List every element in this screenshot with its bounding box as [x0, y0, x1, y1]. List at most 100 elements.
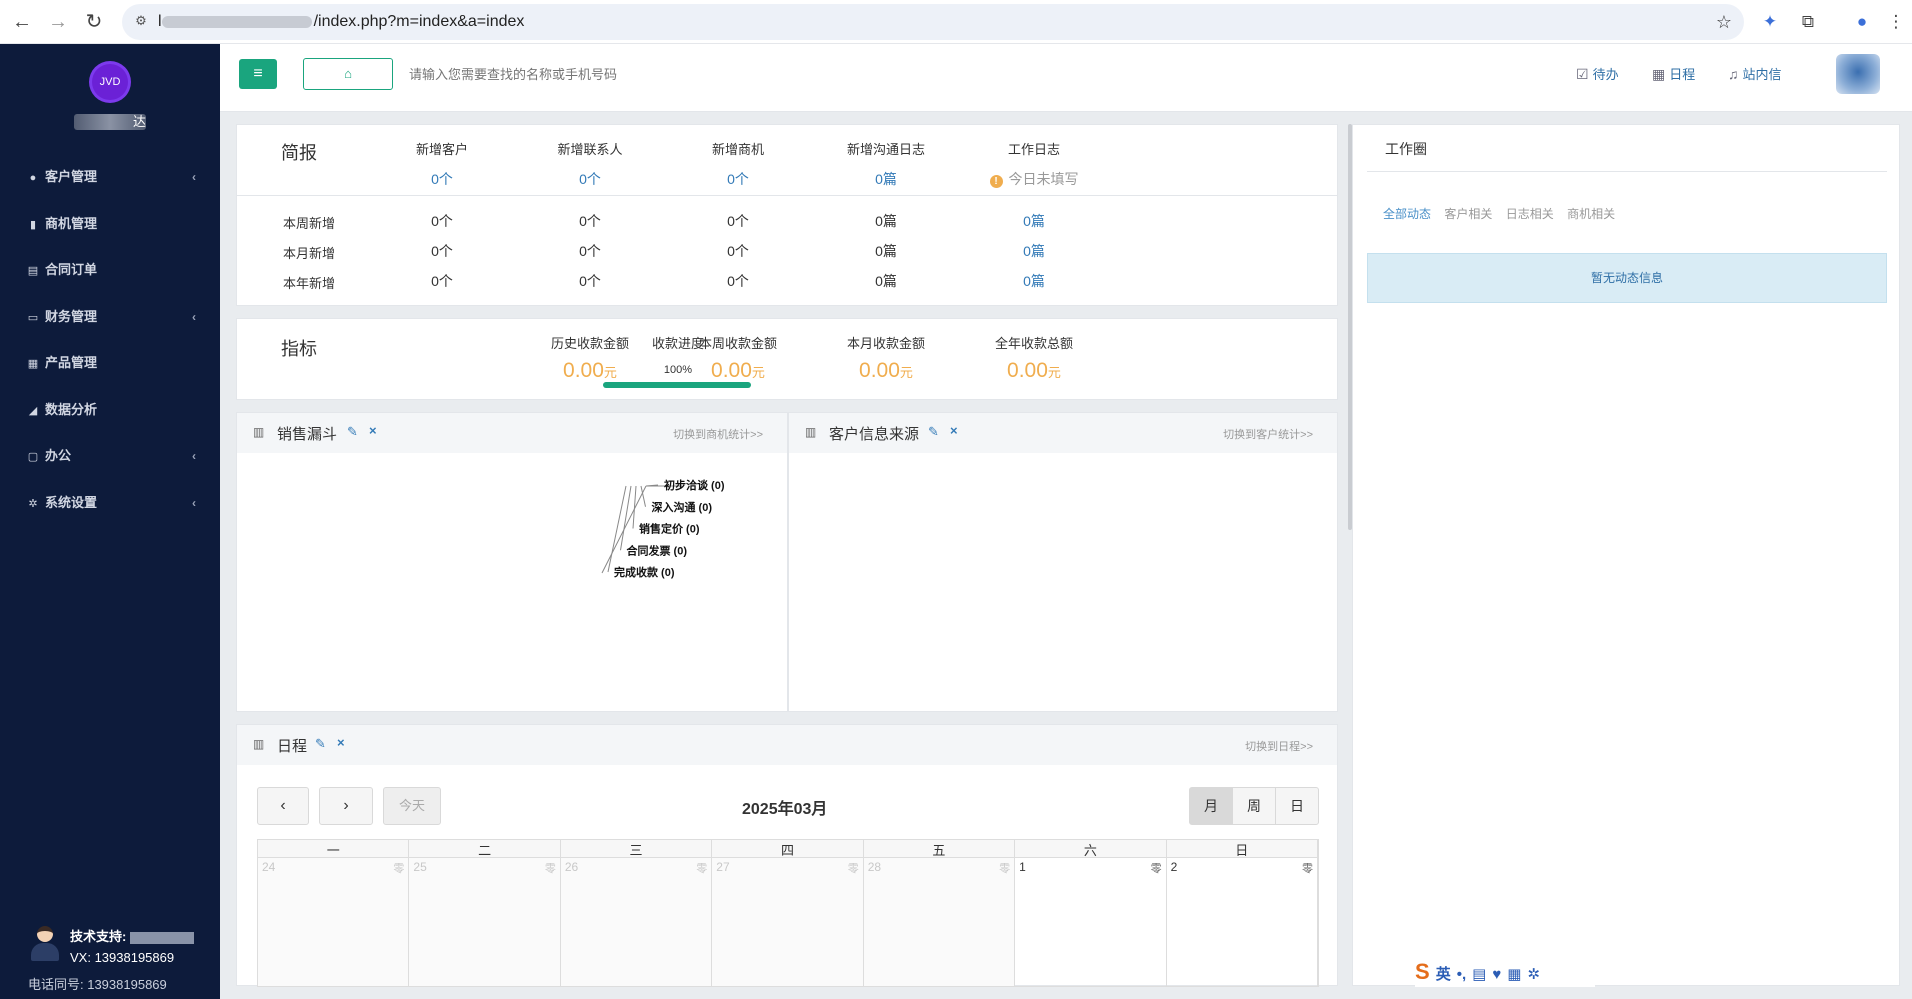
calendar-icon: ▦: [1652, 66, 1666, 82]
reload-icon[interactable]: ↻: [80, 8, 108, 36]
brief-cell: 0个: [431, 243, 453, 259]
sidebar-item-5[interactable]: ◢ 数据分析: [0, 387, 220, 434]
calendar-day-cell[interactable]: 27 零: [712, 858, 864, 986]
brief-row-label: 本年新增: [283, 276, 336, 291]
funnel-stage-label: 销售定价 (0): [639, 522, 700, 536]
edit-icon[interactable]: ✎: [347, 424, 358, 440]
tab-customer[interactable]: 客户相关: [1444, 207, 1492, 221]
home-button[interactable]: ⌂: [303, 58, 393, 90]
calendar-month-title: 2025年03月: [742, 801, 828, 818]
switch-to-customer-link[interactable]: 切换到客户统计>>: [1223, 426, 1313, 442]
brief-cell[interactable]: 0篇: [974, 241, 1094, 261]
calendar-day-cell[interactable]: 28 零: [863, 858, 1016, 986]
calendar-lunar-label: 零: [847, 863, 859, 875]
calendar-day-cell[interactable]: 25 零: [409, 858, 561, 986]
calendar-lunar-label: 零: [1301, 863, 1313, 875]
sidebar-item-1[interactable]: ▮ 商机管理: [0, 201, 220, 248]
close-icon[interactable]: ×: [337, 735, 345, 750]
site-info-icon[interactable]: ⚙: [132, 12, 150, 30]
search-input[interactable]: [409, 58, 809, 90]
gear-icon: ✲: [28, 497, 38, 510]
sales-funnel-panel: ▥ 销售漏斗 ✎ × 切换到商机统计>> 初步洽谈 (0) 深入沟通 (0) 销售定…: [236, 412, 788, 712]
tab-all[interactable]: 全部动态: [1383, 207, 1431, 221]
next-month-button[interactable]: ›: [319, 787, 373, 825]
sidebar-item-label: 办公: [45, 448, 72, 463]
prev-month-button[interactable]: ‹: [257, 787, 309, 825]
brief-today-value[interactable]: 0个: [678, 169, 798, 189]
calendar-day-cell[interactable]: 24 零: [258, 858, 410, 986]
support-label: 技术支持:: [70, 929, 127, 944]
sidebar-item-3[interactable]: ▭ 财务管理 ‹: [0, 294, 220, 341]
forward-icon[interactable]: →: [44, 8, 72, 36]
calendar-check-icon: ☑: [1576, 66, 1589, 82]
brief-cell[interactable]: 0篇: [974, 211, 1094, 231]
metric-amount-value: 0.00: [859, 359, 900, 382]
brief-today-value[interactable]: 0个: [382, 169, 502, 189]
metric-amount-unit: 元: [751, 365, 765, 380]
metric-amount-unit: 元: [603, 365, 617, 380]
scrollbar[interactable]: [1348, 124, 1352, 530]
chevron-right-icon: ›: [343, 797, 349, 814]
metrics-panel: 指标 收款进度 100% 历史收款金额 0.00元 本周收款金额 0.00元 本月收款金…: [236, 318, 1338, 400]
view-day-button[interactable]: 日: [1275, 787, 1319, 825]
profile-icon[interactable]: ●: [1848, 8, 1876, 36]
menu-toggle-button[interactable]: ≡: [239, 59, 277, 89]
calendar-lunar-label: 零: [544, 863, 556, 875]
metrics-title: 指标: [281, 339, 317, 359]
todo-link[interactable]: ☑ 待办: [1576, 64, 1619, 84]
brief-cell: 0个: [431, 273, 453, 289]
calendar-day-cell[interactable]: 26 零: [560, 858, 713, 986]
close-icon[interactable]: ×: [950, 423, 958, 438]
brief-cell[interactable]: 0篇: [974, 271, 1094, 291]
sidebar-item-7[interactable]: ✲ 系统设置 ‹: [0, 480, 220, 527]
messages-link[interactable]: ♫ 站内信: [1728, 64, 1782, 84]
edit-icon[interactable]: ✎: [315, 736, 326, 752]
brief-cell: 0个: [579, 213, 601, 229]
source-header: ▥ 客户信息来源 ✎ × 切换到客户统计>>: [789, 413, 1337, 453]
calendar-weekday-header: 一: [258, 840, 410, 858]
calendar-day-cell[interactable]: 1零: [1015, 858, 1167, 986]
close-icon[interactable]: ×: [369, 423, 377, 438]
schedule-link[interactable]: ▦ 日程: [1652, 64, 1695, 84]
tech-support: 技术支持: VX: 13938195869 电话同号: 13938195869: [0, 916, 220, 996]
divider: [1367, 171, 1887, 172]
sidebar-item-label: 数据分析: [45, 401, 98, 417]
calendar-lunar-label: 零: [1150, 863, 1162, 875]
address-bar[interactable]: ⚙ l/index.php?m=index&a=index ☆: [122, 4, 1744, 40]
view-week-button[interactable]: 周: [1232, 787, 1276, 825]
switch-to-schedule-link[interactable]: 切换到日程>>: [1245, 738, 1313, 754]
edit-icon[interactable]: ✎: [928, 424, 939, 440]
sidebar-item-6[interactable]: ▢ 办公 ‹: [0, 433, 220, 480]
extension-icon[interactable]: ✦: [1756, 8, 1784, 36]
ime-toolbar[interactable]: S 英 •, ▤ ♥ ▦ ✲: [1415, 957, 1595, 987]
calendar-lunar-label: 零: [393, 863, 405, 875]
view-month-button[interactable]: 月: [1189, 787, 1233, 825]
worklog-status-text: 今日未填写: [1008, 171, 1079, 187]
calendar-day-cell[interactable]: 2零: [1167, 858, 1318, 986]
back-icon[interactable]: ←: [8, 8, 36, 36]
puzzle-icon[interactable]: ⧉: [1794, 8, 1822, 36]
metric-amount: 0.00元: [969, 359, 1099, 383]
desktop-icon: ▢: [27, 451, 39, 463]
metric-col-header: 全年收款总额: [994, 336, 1073, 351]
switch-to-opportunity-link[interactable]: 切换到商机统计>>: [673, 426, 763, 442]
top-header: ≡ ⌂ ☑待办 ▦日程 ♫站内信: [220, 44, 1912, 112]
brief-today-value[interactable]: 0个: [530, 169, 650, 189]
bell-icon: ♫: [1728, 66, 1739, 82]
sidebar-item-label: 财务管理: [45, 308, 98, 324]
user-avatar[interactable]: [1836, 54, 1880, 94]
funnel-stage-label: 初步洽谈 (0): [664, 478, 725, 492]
sidebar-item-4[interactable]: ▦ 产品管理: [0, 340, 220, 387]
support-phone: 电话同号: 13938195869: [28, 977, 167, 992]
settings-icon: ✲: [1527, 966, 1540, 983]
today-button[interactable]: 今天: [383, 787, 441, 825]
calendar-toolbar: ‹ › 今天 2025年03月 月 周 日: [257, 787, 1319, 827]
sidebar-item-0[interactable]: ● 客户管理 ‹: [0, 154, 220, 201]
sidebar-item-2[interactable]: ▤ 合同订单: [0, 247, 220, 294]
brief-today-value[interactable]: 0篇: [826, 169, 946, 189]
tab-log[interactable]: 日志相关: [1506, 207, 1554, 221]
funnel-stage-label: 合同发票 (0): [627, 543, 688, 557]
tab-opportunity[interactable]: 商机相关: [1567, 207, 1615, 221]
more-menu-icon[interactable]: ⋮: [1882, 8, 1910, 36]
bookmark-star-icon[interactable]: ☆: [1716, 8, 1732, 36]
